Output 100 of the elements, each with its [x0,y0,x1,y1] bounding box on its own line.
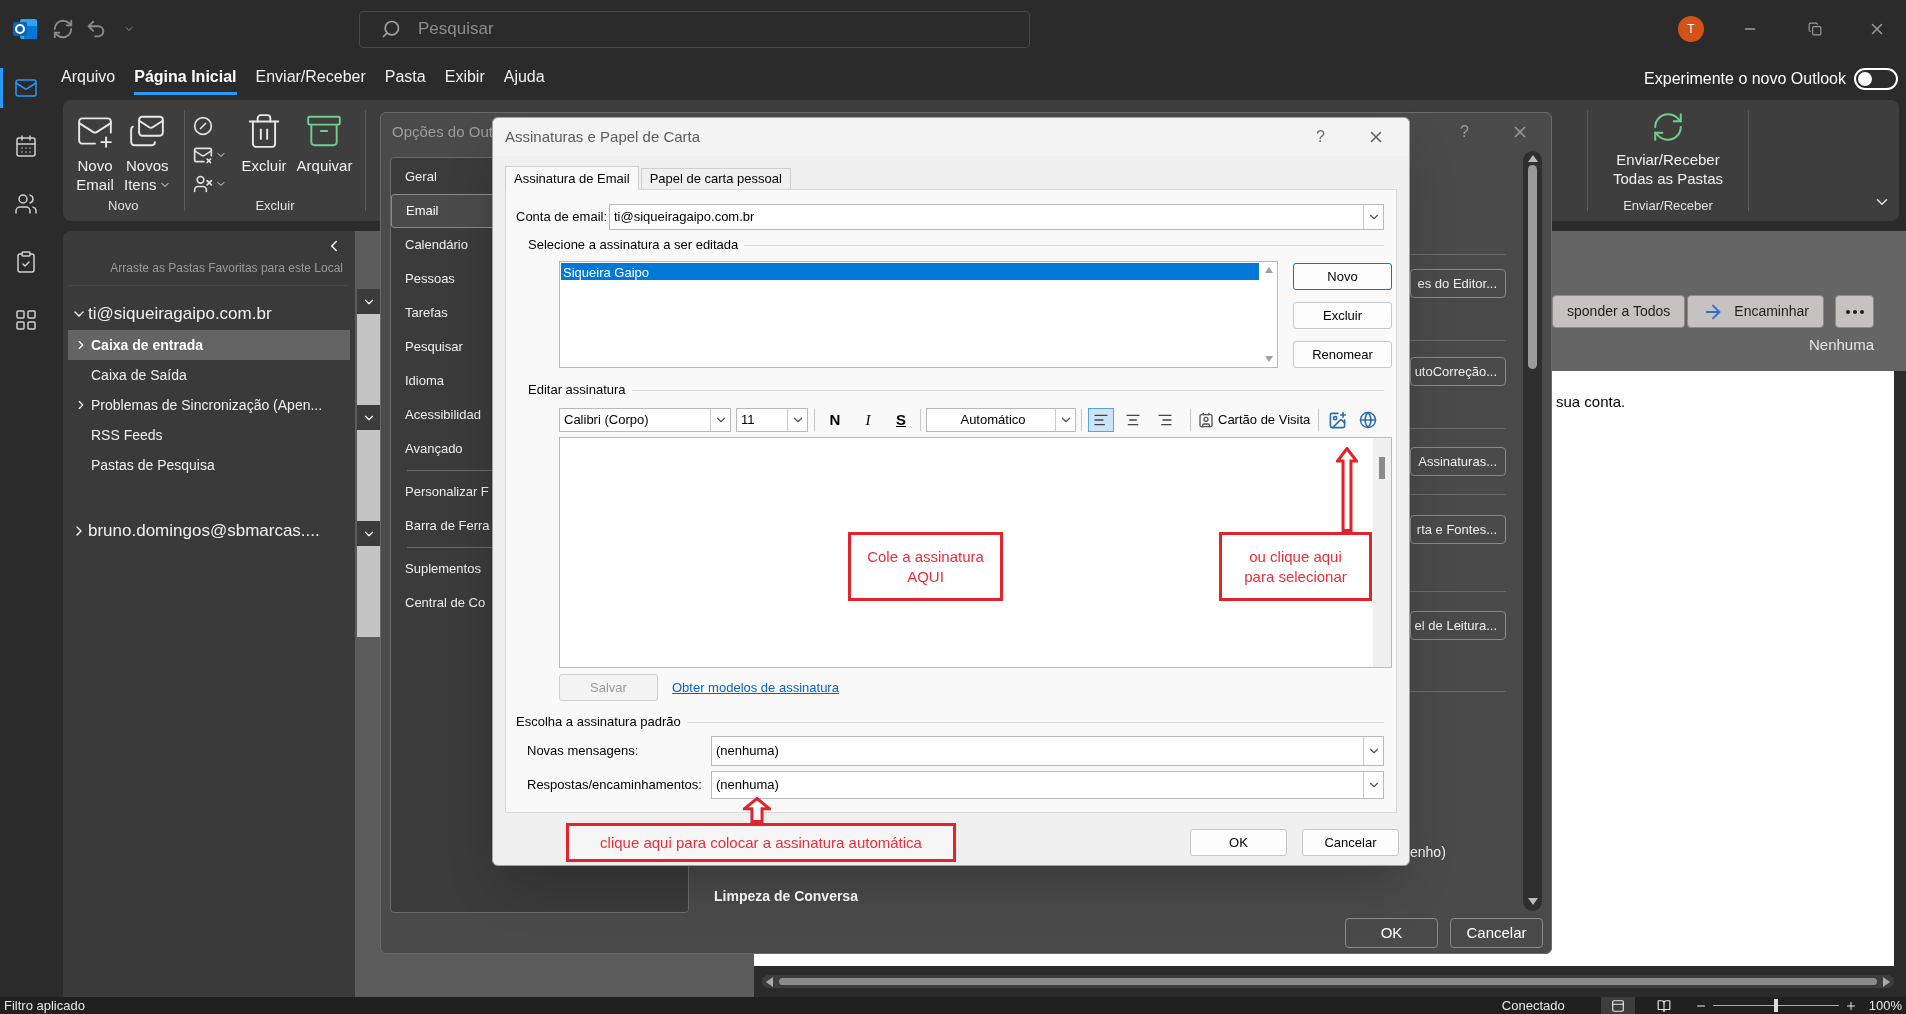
expand-group-button[interactable] [357,405,381,430]
dialog-button[interactable]: Cancelar [1302,829,1399,856]
menu-tab[interactable]: Arquivo [61,63,116,95]
folder-item[interactable]: Caixa de entrada [68,330,350,360]
send-receive-all-button[interactable]: Enviar/Receber Todas as Pastas [1612,100,1724,196]
search-field[interactable]: Pesquisar [359,10,1030,48]
action-button[interactable]: sponder a Todos [1552,295,1686,328]
editor-scrollbar[interactable] [1373,438,1391,667]
format-button[interactable]: S [888,408,914,432]
expand-group-button[interactable] [357,289,381,314]
new-outlook-label: Experimente o novo Outlook [1644,69,1846,89]
options-button[interactable]: es do Editor... [1410,269,1506,298]
menu-tab[interactable]: Página Inicial [134,63,237,95]
account-name[interactable]: ti@siqueiragaipo.com.br [88,301,272,327]
menu-tab[interactable]: Enviar/Receber [255,63,366,95]
dialog-button[interactable]: OK [1345,918,1438,948]
new-outlook-toggle[interactable] [1854,68,1898,90]
dialog-title: Opções do Out [392,121,493,142]
mail-icon[interactable] [13,76,38,100]
options-button[interactable]: el de Leitura... [1410,611,1506,640]
align-button[interactable] [1088,408,1114,432]
menu-tab[interactable]: Exibir [444,63,485,95]
color-select[interactable]: Automático [926,408,1076,432]
list-action-button[interactable]: Novo [1293,263,1392,290]
dialog-tab[interactable]: Papel de carta pessoal [640,168,791,189]
sync-icon[interactable] [52,18,74,40]
align-center-icon [1125,412,1141,428]
grid-icon[interactable] [13,308,38,332]
format-button[interactable]: N [822,408,848,432]
format-button[interactable]: I [855,408,881,432]
options-button[interactable]: Assinaturas... [1410,447,1506,476]
ribbon-button[interactable]: Novo Email [71,112,119,196]
avatar[interactable]: T [1678,16,1704,42]
ribbon-group-label: Excluir [255,197,295,215]
list-action-button[interactable]: Excluir [1293,302,1392,329]
restore-icon[interactable] [1808,22,1822,36]
default-signature-select[interactable]: (nenhuma) [711,736,1384,766]
connection-status: Conectado [1501,996,1565,1014]
layout-icon [1610,998,1625,1013]
app-logo [12,16,38,42]
list-action-button[interactable]: Renomear [1293,341,1392,368]
options-button[interactable]: rta e Fontes... [1410,515,1506,544]
vertical-scrollbar[interactable] [1523,151,1542,911]
field-label: Conta de email: [515,208,609,227]
folder-item[interactable]: Caixa de Saída [68,360,350,390]
action-button[interactable]: Encaminhar [1687,295,1824,328]
view-button[interactable] [1600,997,1635,1014]
people-icon[interactable] [13,192,38,216]
font-size-select[interactable]: 11 [736,408,808,432]
calendar-icon[interactable] [13,134,38,158]
section-heading: Limpeza de Conversa [714,887,859,906]
zoom-thumb[interactable] [1773,999,1778,1012]
more-button[interactable] [1835,295,1874,328]
business-card-button[interactable]: Cartão de Visita [1198,408,1311,432]
ribbon-group-label: Novo [108,197,139,215]
account-select[interactable]: ti@siqueiragaipo.com.br [609,204,1384,230]
slash-circle-icon [192,115,213,136]
account-name[interactable]: bruno.domingos@sbmarcas.... [88,518,320,544]
image-icon[interactable] [1328,410,1348,430]
templates-link[interactable]: Obter modelos de assinatura [672,677,839,698]
horizontal-scrollbar[interactable] [762,975,1894,988]
annotation-label: ou clique aqui para selecionar [1219,532,1372,601]
dialog-tab[interactable]: Assinatura de Email [505,166,639,190]
section-heading: Escolha a assinatura padrão [516,713,681,732]
help-button[interactable]: ? [1316,125,1325,149]
menu-tab[interactable]: Ajuda [503,63,545,95]
folder-item[interactable]: Pastas de Pesquisa [68,450,350,480]
field-label: Respostas/encaminhamentos: [526,776,703,795]
mail-x-icon [192,145,213,165]
person-x-icon [192,174,213,195]
filter-status: Filtro aplicado [4,996,85,1014]
section-heading: Editar assinatura [528,381,626,400]
font-select[interactable]: Calibri (Corpo) [559,408,731,432]
ribbon-button[interactable]: Novos Itens [119,112,176,196]
dialog-button[interactable]: OK [1190,829,1287,856]
selection-indicator [0,68,3,108]
zoom-in-icon[interactable] [1844,999,1857,1012]
signature-editor[interactable] [559,437,1392,668]
more-icon [1845,309,1864,314]
zoom-slider[interactable] [1712,997,1839,1014]
ribbon-button[interactable]: Excluir [236,112,292,196]
contact-card-icon [1198,412,1214,428]
section-heading: Selecione a assinatura a ser editada [528,236,739,255]
favorites-hint: Arraste as Pastas Favoritas para este Local [110,260,343,277]
zoom-level: 100% [1868,996,1902,1014]
folder-item[interactable]: Problemas de Sincronização (Apen... [68,390,350,420]
signature-list-item[interactable]: Siqueira Gaipo [561,263,1259,280]
field-label: Novas mensagens: [526,742,640,761]
folder-item[interactable]: RSS Feeds [68,420,350,450]
message-text: sua conta. [1556,392,1627,412]
options-button[interactable]: utoCorreção... [1410,357,1506,386]
ribbon-button[interactable]: Arquivar [291,112,358,196]
expand-group-button[interactable] [357,521,381,546]
menu-tab[interactable]: Pasta [384,63,426,95]
annotation-label: Cole a assinatura AQUI [848,532,1003,601]
default-signature-select[interactable]: (nenhuma) [711,771,1384,799]
signature-list[interactable]: Siqueira Gaipo [559,261,1278,368]
globe-link-icon[interactable] [1359,411,1378,429]
undo-icon[interactable] [85,18,107,40]
dialog-button[interactable]: Cancelar [1450,918,1543,948]
